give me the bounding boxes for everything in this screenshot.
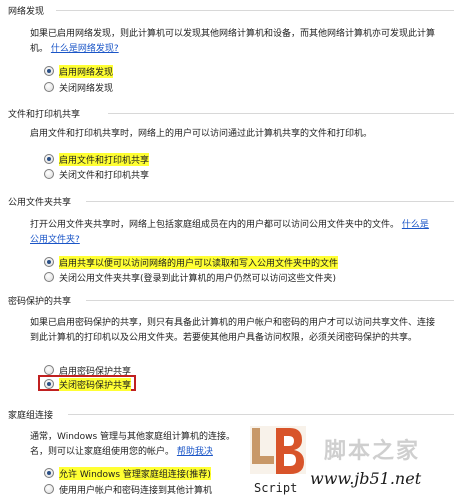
description-text: 启用文件和打印机共享时，网络上的用户可以访问通过此计算机共享的文件和打印机。 xyxy=(30,129,373,139)
radio-enable-public-folder-sharing[interactable]: 启用共享以便可以访问网络的用户可以读取和写入公用文件夹中的文件 xyxy=(44,255,339,269)
radio-button[interactable] xyxy=(44,154,54,164)
radio-allow-windows-manage-homegroup[interactable]: 允许 Windows 管理家庭组连接(推荐) xyxy=(44,466,211,480)
radio-button[interactable] xyxy=(44,82,54,92)
radio-enable-file-printer-sharing[interactable]: 启用文件和打印机共享 xyxy=(44,152,150,166)
radio-disable-network-discovery[interactable]: 关闭网络发现 xyxy=(44,80,113,94)
divider xyxy=(68,414,454,415)
radio-disable-password-sharing[interactable]: 关闭密码保护共享 xyxy=(44,377,132,391)
site-name: 脚本之家 xyxy=(324,438,420,464)
radio-label: 使用用户帐户和密码连接到其他计算机 xyxy=(59,485,213,496)
radio-label: 关闭密码保护共享 xyxy=(59,377,132,391)
radio-button[interactable] xyxy=(44,272,54,282)
radio-button[interactable] xyxy=(44,468,54,478)
radio-disable-public-folder-sharing[interactable]: 关闭公用文件夹共享(登录到此计算机的用户仍然可以访问这些文件夹) xyxy=(44,270,336,284)
divider xyxy=(86,201,454,202)
section-title: 密码保护的共享 xyxy=(8,297,72,307)
description-text-2: 名，则可以让家庭组使用您的帐户。 xyxy=(30,447,175,457)
section-header-public-folder-sharing: 公用文件夹共享 xyxy=(8,195,454,208)
radio-use-user-accounts[interactable]: 使用用户帐户和密码连接到其他计算机 xyxy=(44,482,212,496)
radio-button[interactable] xyxy=(44,379,54,389)
radio-button[interactable] xyxy=(44,484,54,494)
section-header-file-printer-sharing: 文件和打印机共享 xyxy=(8,107,454,120)
section-title: 网络发现 xyxy=(8,7,45,17)
site-url: www.jb51.net xyxy=(310,469,422,488)
public-folder-sharing-description: 打开公用文件夹共享时，网络上包括家庭组成员在内的用户都可以访问公用文件夹中的文件… xyxy=(30,218,435,248)
section-header-password-protected-sharing: 密码保护的共享 xyxy=(8,294,454,307)
section-header-network-discovery: 网络发现 xyxy=(8,4,454,17)
radio-button[interactable] xyxy=(44,66,54,76)
section-title: 家庭组连接 xyxy=(8,411,54,421)
radio-disable-file-printer-sharing[interactable]: 关闭文件和打印机共享 xyxy=(44,167,149,181)
divider xyxy=(56,10,454,11)
password-sharing-description: 如果已启用密码保护的共享，则只有具备此计算机的用户帐户和密码的用户才可以访问共享… xyxy=(30,316,435,346)
radio-label: 关闭公用文件夹共享(登录到此计算机的用户仍然可以访问这些文件夹) xyxy=(59,273,337,284)
description-text: 如果已启用密码保护的共享，则只有具备此计算机的用户帐户和密码的用户才可以访问共享… xyxy=(30,318,436,343)
radio-enable-network-discovery[interactable]: 启用网络发现 xyxy=(44,64,114,78)
jb51-logo: Script 脚本之家 www.jb51.net xyxy=(248,426,422,496)
section-title: 文件和打印机共享 xyxy=(8,110,81,120)
help-me-decide-link[interactable]: 帮助我决 xyxy=(177,447,213,457)
radio-label: 关闭网络发现 xyxy=(59,83,114,94)
radio-label: 允许 Windows 管理家庭组连接(推荐) xyxy=(59,466,211,480)
radio-label: 启用共享以便可以访问网络的用户可以读取和写入公用文件夹中的文件 xyxy=(59,255,339,269)
radio-button[interactable] xyxy=(44,169,54,179)
jb51-watermark: Script 脚本之家 www.jb51.net xyxy=(244,420,454,500)
what-is-network-discovery-link[interactable]: 什么是网络发现? xyxy=(51,44,119,54)
radio-button[interactable] xyxy=(44,365,54,375)
radio-label: 启用文件和打印机共享 xyxy=(59,152,150,166)
divider xyxy=(86,300,454,301)
section-title: 公用文件夹共享 xyxy=(8,198,72,208)
network-discovery-description: 如果已启用网络发现，则此计算机可以发现其他网络计算机和设备，而其他网络计算机亦可… xyxy=(30,27,435,57)
divider xyxy=(108,113,454,114)
script-label: Script xyxy=(254,481,297,495)
file-printer-sharing-description: 启用文件和打印机共享时，网络上的用户可以访问通过此计算机共享的文件和打印机。 xyxy=(30,127,435,142)
radio-label: 关闭文件和打印机共享 xyxy=(59,170,150,181)
description-text: 打开公用文件夹共享时，网络上包括家庭组成员在内的用户都可以访问公用文件夹中的文件… xyxy=(30,220,400,230)
radio-label: 启用网络发现 xyxy=(59,64,114,78)
radio-button[interactable] xyxy=(44,257,54,267)
section-header-homegroup-connections: 家庭组连接 xyxy=(8,408,454,421)
